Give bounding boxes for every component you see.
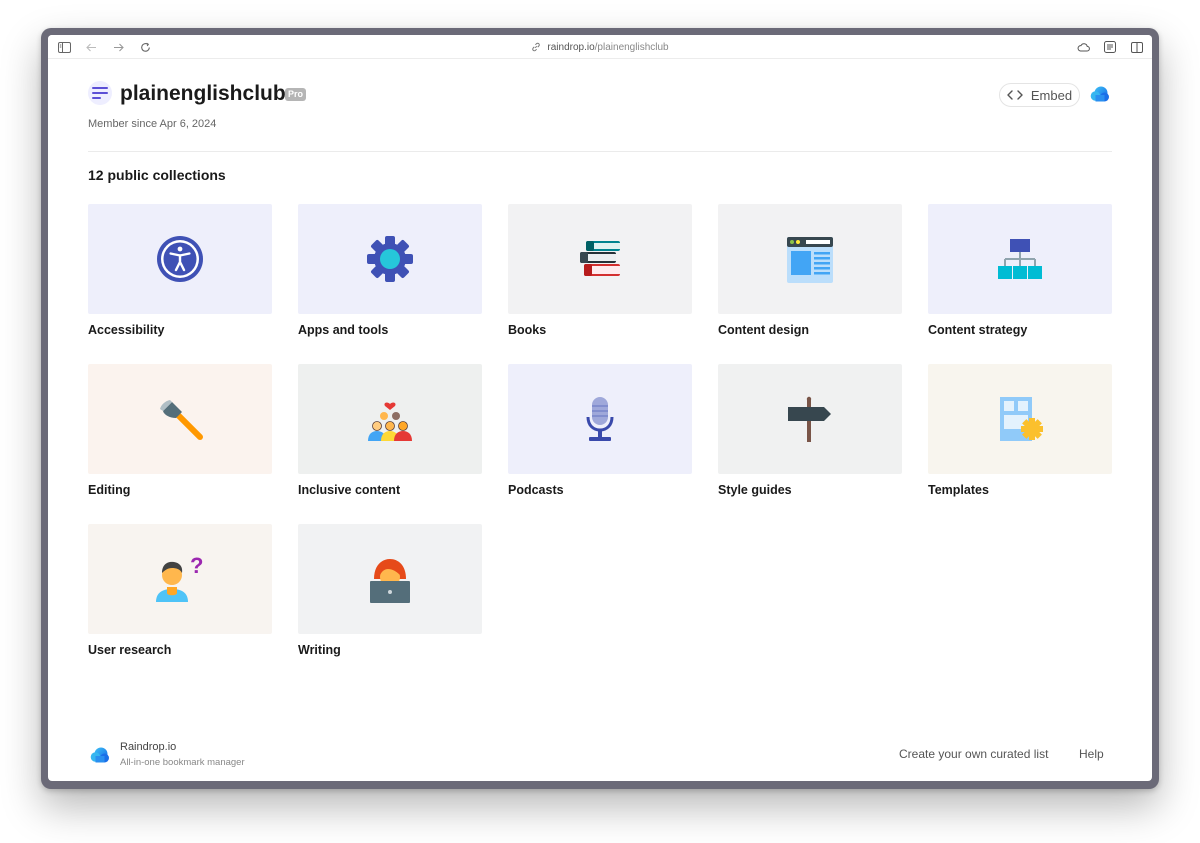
template-gear-icon [1000,397,1043,441]
page-content: plainenglishclub Pro Member since Apr 6,… [48,59,1152,781]
collection-thumb [718,204,902,314]
header-divider [88,151,1112,152]
browser-window-icon [787,237,833,283]
back-arrow-icon[interactable] [83,39,99,55]
collection-card-editing[interactable]: Editing [88,364,272,504]
sidebar-toggle-icon[interactable] [56,39,72,55]
gear-icon [367,236,413,282]
axe-icon [160,400,203,440]
collection-label: Podcasts [508,483,564,497]
address-bar[interactable]: raindrop.io/plainenglishclub [48,35,1152,59]
people-group-icon [368,402,412,441]
collection-thumb [88,364,272,474]
org-chart-icon [998,239,1042,279]
link-icon [532,42,541,52]
create-curated-list-link[interactable]: Create your own curated list [899,747,1048,761]
profile-list-icon [88,81,112,105]
code-icon [1007,90,1023,100]
cloud-sync-icon[interactable] [1075,39,1091,55]
collection-card-apps-and-tools[interactable]: Apps and tools [298,204,482,344]
member-since: Member since Apr 6, 2024 [88,118,217,130]
signpost-icon [788,396,831,442]
person-question-icon: ? [156,555,203,602]
split-view-icon[interactable] [1129,39,1145,55]
url-host: raindrop.io [547,41,595,53]
collection-thumb: ? [88,524,272,634]
accessibility-icon [157,236,203,282]
collection-card-books[interactable]: Books [508,204,692,344]
pro-badge: Pro [285,88,307,101]
collection-label: Books [508,323,547,337]
embed-button[interactable]: Embed [999,83,1080,107]
collection-card-writing[interactable]: Writing [298,524,482,664]
microphone-icon [586,397,614,441]
profile-name: plainenglishclub [120,82,286,105]
help-link[interactable]: Help [1079,747,1104,761]
browser-window: raindrop.io/plainenglishclub plainenglis… [48,35,1152,781]
collection-card-podcasts[interactable]: Podcasts [508,364,692,504]
collection-thumb [928,204,1112,314]
collection-label: Content design [718,323,809,337]
collection-card-templates[interactable]: Templates [928,364,1112,504]
collection-card-style-guides[interactable]: Style guides [718,364,902,504]
collection-label: Inclusive content [298,483,401,497]
collection-thumb [298,204,482,314]
collection-label: User research [88,643,172,657]
collection-thumb [928,364,1112,474]
collection-label: Editing [88,483,131,497]
browser-toolbar: raindrop.io/plainenglishclub [48,35,1152,59]
collection-label: Content strategy [928,323,1028,337]
svg-text:?: ? [190,555,203,578]
collections-title: 12 public collections [88,167,226,183]
embed-label: Embed [1030,87,1073,103]
forward-arrow-icon[interactable] [110,39,126,55]
reload-icon[interactable] [137,39,153,55]
collection-label: Writing [298,643,341,657]
collection-label: Style guides [718,483,792,497]
books-icon [580,241,620,276]
collection-thumb [508,204,692,314]
collection-thumb [298,524,482,634]
url-path: /plainenglishclub [594,41,669,53]
collection-thumb [88,204,272,314]
reader-mode-icon[interactable] [1102,39,1118,55]
raindrop-footer-logo-icon[interactable] [90,746,110,764]
collection-label: Accessibility [88,323,165,337]
footer-brand[interactable]: Raindrop.io [120,741,176,753]
collection-card-inclusive-content[interactable]: Inclusive content [298,364,482,504]
collection-card-user-research[interactable]: ? User research [88,524,272,664]
collection-card-content-strategy[interactable]: Content strategy [928,204,1112,344]
collection-label: Apps and tools [298,323,389,337]
collection-label: Templates [928,483,989,497]
collection-card-content-design[interactable]: Content design [718,204,902,344]
collection-thumb [298,364,482,474]
footer-tagline: All-in-one bookmark manager [120,757,245,768]
collection-card-accessibility[interactable]: Accessibility [88,204,272,344]
collection-thumb [508,364,692,474]
raindrop-logo-icon[interactable] [1090,85,1110,103]
collection-thumb [718,364,902,474]
person-laptop-icon [370,559,410,603]
